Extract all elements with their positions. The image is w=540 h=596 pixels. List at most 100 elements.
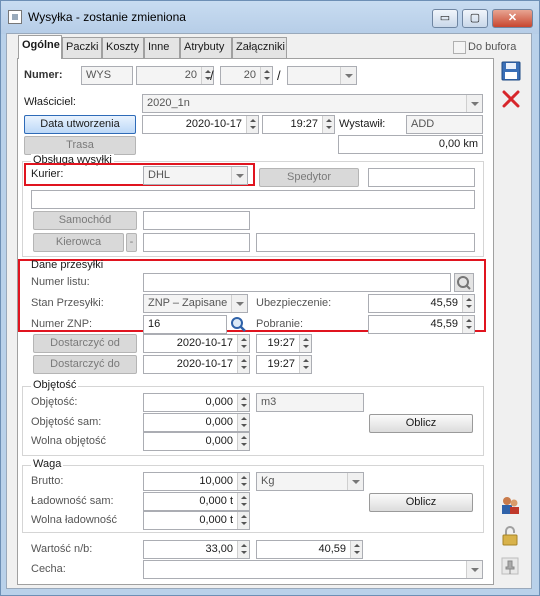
users-button[interactable] bbox=[499, 494, 521, 516]
wartosc-brutto-field[interactable]: 40,59 bbox=[256, 540, 363, 559]
dostarczyc-do-button[interactable]: Dostarczyć do bbox=[33, 355, 137, 374]
spin-icon bbox=[299, 356, 311, 373]
kierowca-name-field[interactable] bbox=[256, 233, 475, 252]
spin-icon bbox=[260, 67, 272, 84]
close-button[interactable]: ✕ bbox=[492, 9, 533, 28]
dostarczyc-od-date[interactable]: 2020-10-17 bbox=[143, 334, 250, 353]
dostarczyc-od-time[interactable]: 19:27 bbox=[256, 334, 312, 353]
tab-atrybuty[interactable]: Atrybuty bbox=[180, 37, 232, 58]
wolna-ladownosc-label: Wolna ładowność bbox=[31, 514, 118, 526]
spin-icon bbox=[350, 541, 362, 558]
pin-icon bbox=[501, 557, 519, 575]
tab-zalaczniki[interactable]: Załączniki bbox=[232, 37, 287, 58]
spedytor-button[interactable]: Spedytor bbox=[259, 168, 359, 187]
kierowca-dash-button[interactable]: - bbox=[126, 233, 137, 252]
dane-przesylki-title: Dane przesyłki bbox=[31, 259, 104, 271]
tab-inne[interactable]: Inne bbox=[144, 37, 180, 58]
objetosc-title: Objętość bbox=[31, 379, 79, 391]
numer-listu-search-button[interactable] bbox=[454, 273, 474, 292]
delete-button[interactable] bbox=[500, 88, 522, 110]
numer-series-combo[interactable] bbox=[287, 66, 357, 85]
numer-number-field[interactable]: 20 bbox=[136, 66, 214, 85]
pin-button[interactable] bbox=[499, 555, 521, 577]
obsluga-wide-field[interactable] bbox=[31, 190, 475, 209]
spin-icon bbox=[246, 116, 258, 133]
pobranie-field[interactable]: 45,59 bbox=[368, 315, 475, 334]
brutto-field[interactable]: 10,000 bbox=[143, 472, 250, 491]
numer-znp-search-button[interactable] bbox=[229, 315, 248, 334]
spin-icon bbox=[237, 414, 249, 431]
ubezpieczenie-label: Ubezpieczenie: bbox=[256, 297, 332, 309]
wystawil-label: Wystawił: bbox=[339, 118, 386, 130]
spin-icon bbox=[237, 394, 249, 411]
data-utworzenia-date[interactable]: 2020-10-17 bbox=[142, 115, 259, 134]
spin-icon bbox=[322, 116, 334, 133]
kierowca-field[interactable] bbox=[143, 233, 250, 252]
dostarczyc-od-button[interactable]: Dostarczyć od bbox=[33, 334, 137, 353]
waga-unit-combo[interactable]: Kg bbox=[256, 472, 364, 491]
waga-title: Waga bbox=[31, 458, 64, 470]
objetosc-field[interactable]: 0,000 bbox=[143, 393, 250, 412]
wlasciciel-combo[interactable]: 2020_1n bbox=[142, 94, 483, 113]
numer-znp-field[interactable]: 16 bbox=[143, 315, 227, 334]
kurier-combo[interactable]: DHL bbox=[143, 166, 248, 185]
numer-listu-field[interactable] bbox=[143, 273, 451, 292]
close-icon: ✕ bbox=[507, 12, 518, 24]
trasa-button[interactable]: Trasa bbox=[24, 136, 136, 155]
stan-przesylki-combo[interactable]: ZNP – Zapisane bbox=[143, 294, 248, 313]
ubezpieczenie-field[interactable]: 45,59 bbox=[368, 294, 475, 313]
window-title: Wysyłka - zostanie zmieniona bbox=[28, 10, 186, 24]
stan-przesylki-label: Stan Przesyłki: bbox=[31, 297, 104, 309]
objetosc-oblicz-button[interactable]: Oblicz bbox=[369, 414, 473, 433]
save-button[interactable] bbox=[500, 60, 522, 82]
spin-icon bbox=[237, 512, 249, 529]
tab-koszty[interactable]: Koszty bbox=[102, 37, 144, 58]
data-utworzenia-button[interactable]: Data utworzenia bbox=[24, 115, 136, 134]
numer-label: Numer: bbox=[24, 69, 63, 81]
numer-year-field[interactable]: 20 bbox=[220, 66, 273, 85]
delete-icon bbox=[502, 90, 520, 108]
brutto-label: Brutto: bbox=[31, 475, 64, 487]
objetosc-sam-field[interactable]: 0,000 bbox=[143, 413, 250, 432]
data-utworzenia-time[interactable]: 19:27 bbox=[262, 115, 335, 134]
numer-slash-2: / bbox=[277, 68, 281, 83]
dostarczyc-do-date[interactable]: 2020-10-17 bbox=[143, 355, 250, 374]
do-bufora-label: Do bufora bbox=[468, 41, 517, 53]
spin-icon bbox=[299, 335, 311, 352]
objetosc-unit-field: m3 bbox=[256, 393, 364, 412]
wolna-ladownosc-field[interactable]: 0,000 t bbox=[143, 511, 250, 530]
cecha-combo[interactable] bbox=[143, 560, 483, 579]
samochod-button[interactable]: Samochód bbox=[33, 211, 137, 230]
wlasciciel-label: Właściciel: bbox=[24, 96, 76, 108]
wolna-objetosc-field[interactable]: 0,000 bbox=[143, 432, 250, 451]
spin-icon bbox=[462, 295, 474, 312]
dostarczyc-do-time[interactable]: 19:27 bbox=[256, 355, 312, 374]
tab-paczki[interactable]: Paczki bbox=[62, 37, 102, 58]
waga-oblicz-button[interactable]: Oblicz bbox=[369, 493, 473, 512]
chevron-down-icon bbox=[347, 473, 363, 490]
spin-icon bbox=[237, 541, 249, 558]
spedytor-field[interactable] bbox=[368, 168, 475, 187]
lock-icon bbox=[502, 526, 518, 546]
trasa-distance-field[interactable]: 0,00 km bbox=[338, 135, 483, 154]
ladownosc-sam-field[interactable]: 0,000 t bbox=[143, 492, 250, 511]
numer-prefix-field: WYS bbox=[81, 66, 133, 85]
numer-znp-label: Numer ZNP: bbox=[31, 318, 93, 330]
samochod-field[interactable] bbox=[143, 211, 250, 230]
wystawil-field: ADD bbox=[406, 115, 483, 134]
spin-icon bbox=[237, 356, 249, 373]
save-icon bbox=[501, 61, 521, 81]
ladownosc-sam-label: Ładowność sam: bbox=[31, 495, 114, 507]
wartosc-netto-field[interactable]: 33,00 bbox=[143, 540, 250, 559]
spin-icon bbox=[237, 473, 249, 490]
lock-button[interactable] bbox=[499, 525, 521, 547]
search-icon bbox=[231, 317, 246, 332]
maximize-button[interactable]: ▢ bbox=[462, 9, 488, 28]
chevron-down-icon bbox=[466, 95, 482, 112]
kierowca-button[interactable]: Kierowca bbox=[33, 233, 124, 252]
minimize-button[interactable]: ▭ bbox=[432, 9, 458, 28]
do-bufora-checkbox[interactable] bbox=[453, 41, 466, 54]
chevron-down-icon bbox=[466, 561, 482, 578]
tab-ogolne[interactable]: Ogólne bbox=[18, 35, 62, 59]
users-icon bbox=[502, 497, 519, 514]
